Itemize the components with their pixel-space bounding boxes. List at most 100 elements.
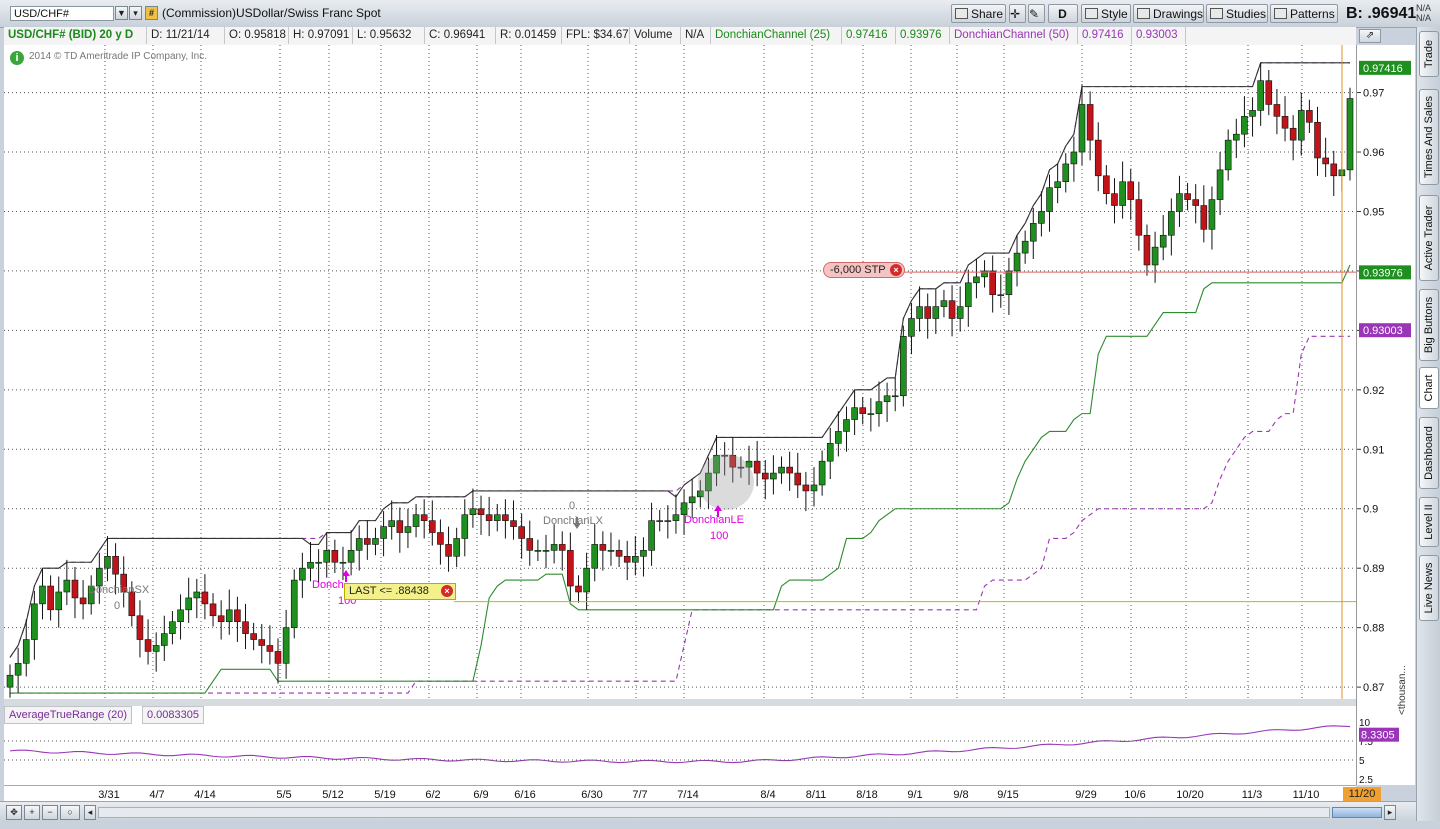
candle (299, 552, 306, 598)
studies-icon (1210, 8, 1223, 19)
candle-body (1265, 80, 1273, 105)
crosshair-tool-button[interactable]: ✛ (1009, 4, 1026, 23)
patterns-label: Patterns (1290, 7, 1335, 21)
candle-body (932, 306, 940, 319)
limit-cancel-icon[interactable]: × (441, 585, 453, 597)
candle (932, 288, 940, 334)
horizontal-scrollbar[interactable] (98, 807, 1330, 818)
candle (461, 499, 469, 557)
patterns-icon (1274, 8, 1287, 19)
atr-panel[interactable]: AverageTrueRange (20) 0.0083305 (4, 706, 1356, 785)
candle (315, 549, 322, 583)
candle (1273, 88, 1281, 135)
info-icon[interactable]: i (10, 51, 24, 65)
panel-separator[interactable] (4, 699, 1356, 706)
candle (1281, 96, 1289, 142)
candle-body (761, 472, 769, 480)
fit-view-icon[interactable]: ○ (60, 805, 80, 820)
candle (973, 259, 980, 299)
tab-times-and-sales-label: Times And Sales (1423, 95, 1435, 179)
scroll-left-icon[interactable]: ◂ (84, 805, 96, 820)
stop-cancel-icon[interactable]: × (890, 264, 902, 276)
tab-active-trader[interactable]: Active Trader (1419, 195, 1439, 281)
candle (437, 519, 444, 565)
pan-icon[interactable]: ✥ (6, 805, 22, 820)
candle (1135, 181, 1143, 251)
candle-body (640, 550, 647, 557)
candle (485, 496, 493, 537)
candle-body (1070, 151, 1078, 165)
symbol-lookup-icon[interactable]: ▾ (129, 6, 142, 20)
candle (493, 503, 501, 532)
date-tick-label: 3/31 (98, 789, 119, 801)
candle-body (250, 633, 257, 640)
time-axis[interactable]: 3/31 4/7 4/14 5/5 5/12 5/19 6/2 6/9 6/16 6/30 7/7 7… (4, 785, 1381, 802)
candle-body (63, 579, 71, 593)
candle-body (112, 556, 119, 575)
scale-settings-icon[interactable]: ⇗ (1359, 29, 1381, 43)
date-tick-label: 6/16 (514, 789, 535, 801)
info-dc25-label[interactable]: DonchianChannel (25) (711, 27, 842, 44)
candle-body (924, 306, 931, 319)
donchian25-lines (9, 62, 1351, 694)
limit-order-tag[interactable]: LAST <= .88438 (344, 583, 456, 600)
pencil-tool-button[interactable]: ✎ (1028, 4, 1045, 23)
hash-link-icon[interactable]: # (145, 6, 158, 20)
candle-body (1062, 163, 1070, 183)
candle-body (39, 585, 46, 605)
tab-live-news-label: Live News (1423, 562, 1435, 614)
tab-dashboard[interactable]: Dashboard (1419, 417, 1439, 489)
candle-body (770, 472, 777, 480)
tab-live-news[interactable]: Live News (1419, 555, 1439, 621)
info-dc25-upper: 0.97416 (842, 27, 896, 44)
price-scale[interactable]: 0.870.880.890.90.910.920.930.940.950.960… (1356, 29, 1415, 786)
candle (851, 389, 858, 436)
tab-big-buttons[interactable]: Big Buttons (1419, 289, 1439, 361)
candle-body (1127, 181, 1135, 200)
tab-chart[interactable]: Chart (1419, 367, 1439, 409)
price-tick-label: 0.87 (1363, 682, 1384, 694)
candle (193, 578, 201, 619)
timeframe-button[interactable]: D (1048, 4, 1078, 23)
share-button[interactable]: Share (951, 4, 1006, 23)
scroll-right-icon[interactable]: ▸ (1384, 805, 1396, 820)
candle-body (445, 544, 452, 557)
candle (1029, 207, 1037, 260)
atr-tick-label: 10 (1359, 718, 1371, 729)
symbol-dropdown-icon[interactable]: ▼ (115, 6, 128, 20)
drawings-button[interactable]: Drawings (1133, 4, 1204, 23)
atr-chart-svg (4, 725, 1356, 764)
candle-body (161, 633, 168, 646)
patterns-button[interactable]: Patterns (1270, 4, 1338, 23)
candle-body (1111, 193, 1118, 206)
zoom-in-icon[interactable]: + (24, 805, 40, 820)
candle-body (1216, 169, 1224, 200)
candle (916, 286, 923, 332)
scrollbar-thumb[interactable] (1332, 807, 1382, 818)
candle-body (372, 538, 379, 545)
candle (1233, 118, 1240, 158)
symbol-input[interactable]: USD/CHF# (10, 6, 114, 21)
style-button[interactable]: Style (1081, 4, 1131, 23)
signal-qty: 0 (114, 600, 120, 612)
candle (770, 455, 777, 495)
top-toolbar: USD/CHF# ▼ ▾ # (Commission)USDollar/Swis… (0, 0, 1440, 28)
candle (217, 600, 225, 640)
date-tick-label: 8/18 (856, 789, 877, 801)
candle-body (623, 556, 631, 563)
studies-button[interactable]: Studies (1206, 4, 1268, 23)
tab-trade[interactable]: Trade (1419, 31, 1439, 77)
price-badge-label: 0.97416 (1363, 63, 1403, 75)
info-dc50-lower: 0.93003 (1132, 27, 1186, 44)
candle (429, 500, 436, 546)
zoom-out-icon[interactable]: − (42, 805, 58, 820)
candle (924, 293, 931, 339)
candle (1176, 175, 1183, 227)
tab-times-and-sales[interactable]: Times And Sales (1419, 89, 1439, 185)
tab-level-ii[interactable]: Level II (1419, 497, 1439, 547)
info-dc50-label[interactable]: DonchianChannel (50) (950, 27, 1078, 44)
price-plot[interactable]: DonchianLE 100 DonchianLX 0 DonchianSX 0 Donch… (4, 45, 1356, 699)
candle-body (380, 526, 387, 539)
price-chart-svg[interactable]: DonchianLE100DonchianLX0DonchianSX0Donch… (4, 45, 1356, 699)
candle (1119, 161, 1126, 219)
